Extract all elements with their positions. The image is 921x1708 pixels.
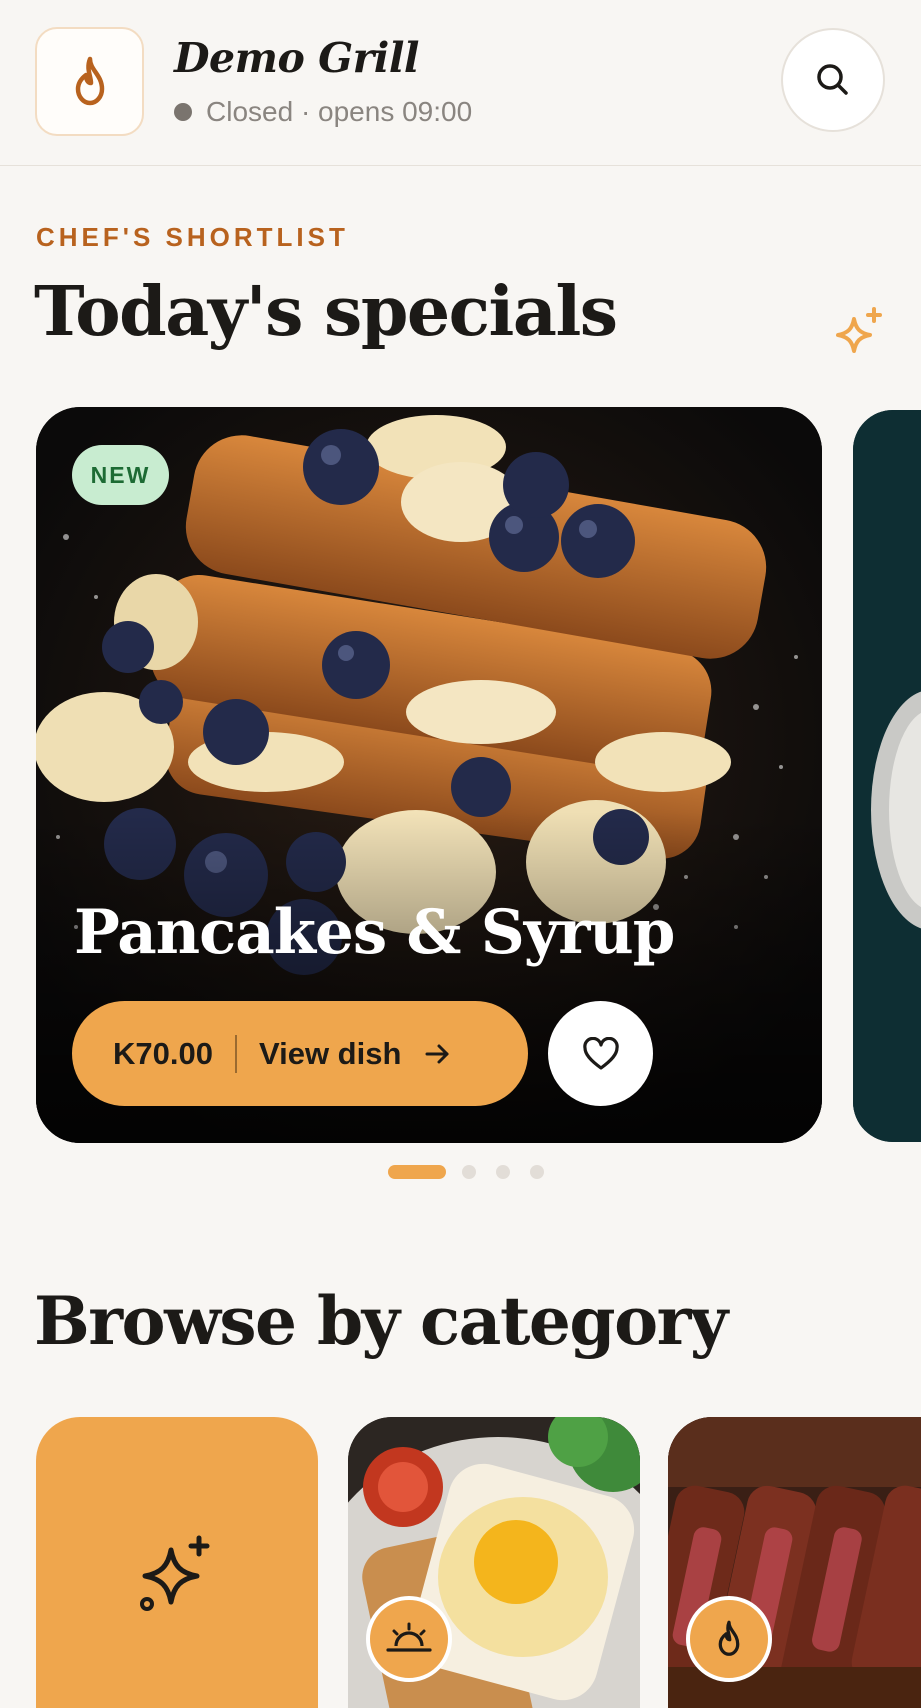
app-header: Demo Grill Closed · opens 09:00: [0, 0, 921, 166]
sparkle-icon: [140, 1535, 210, 1611]
new-badge: NEW: [72, 445, 169, 505]
carousel-dot[interactable]: [530, 1165, 544, 1179]
dish-price: K70.00: [113, 1035, 213, 1071]
section-eyebrow: CHEF'S SHORTLIST: [36, 222, 349, 252]
flame-icon: [718, 1620, 740, 1656]
sunrise-icon: [386, 1622, 432, 1652]
sparkle-icon: [836, 307, 882, 353]
category-tile-grill[interactable]: [668, 1417, 921, 1708]
flame-icon: [75, 56, 104, 105]
search-button[interactable]: [781, 28, 885, 132]
status-text: Closed · opens 09:00: [206, 96, 473, 127]
carousel-dot[interactable]: [496, 1165, 510, 1179]
arrow-right-icon: [425, 1044, 449, 1063]
category-tile-breakfast[interactable]: [348, 1417, 640, 1708]
next-dish-image: [853, 410, 921, 1142]
restaurant-logo: [35, 27, 144, 136]
carousel-dot[interactable]: [462, 1165, 476, 1179]
status-dot: [174, 103, 192, 121]
heart-icon: [582, 1036, 619, 1070]
dish-name: Pancakes & Syrup: [74, 897, 675, 968]
opening-status: Closed · opens 09:00: [174, 96, 472, 128]
specials-title: Today's specials: [34, 272, 618, 352]
category-tile-specials[interactable]: [36, 1417, 318, 1708]
breakfast-badge: [366, 1596, 452, 1682]
grill-badge: [686, 1596, 772, 1682]
view-dish-label: View dish: [258, 1035, 402, 1071]
restaurant-name: Demo Grill: [174, 34, 419, 82]
favorite-button[interactable]: [548, 1001, 653, 1106]
carousel-dot-active[interactable]: [388, 1165, 446, 1179]
next-special-card-peek[interactable]: [853, 410, 921, 1142]
carousel-indicator: [388, 1165, 564, 1179]
special-card[interactable]: NEW Pancakes & Syrup K70.00 View dish: [36, 407, 822, 1143]
cta-divider: [234, 1034, 237, 1073]
view-dish-button[interactable]: K70.00 View dish: [72, 1001, 528, 1106]
search-icon: [817, 64, 848, 95]
category-section-title: Browse by category: [34, 1282, 728, 1360]
